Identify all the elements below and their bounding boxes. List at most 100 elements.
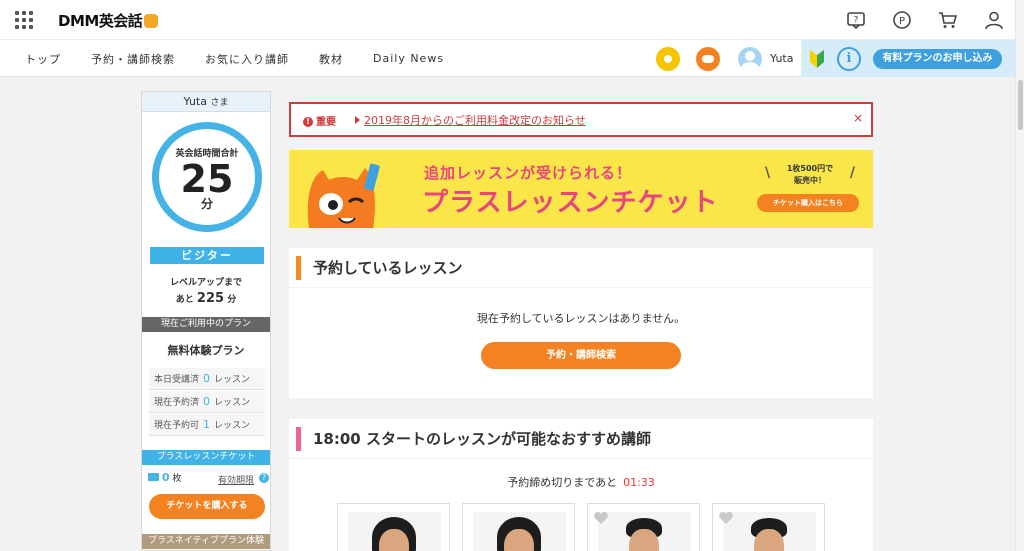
ticket-banner[interactable]: 追加レッスンが受けられる！ プラスレッスンチケット 1枚500円で 販売中！ チ…	[289, 150, 873, 228]
plan-name: 無料体験プラン	[167, 344, 245, 357]
nav-item-search[interactable]: 予約・講師検索	[91, 51, 175, 67]
reserve-search-button[interactable]: 予約・講師検索	[481, 342, 681, 369]
teacher-card[interactable]	[587, 503, 700, 551]
user-greeting: Yuta さま	[142, 92, 270, 112]
nav-item-top[interactable]: トップ	[25, 51, 61, 67]
teacher-card[interactable]	[337, 503, 450, 551]
nav-item-materials[interactable]: 教材	[319, 51, 343, 67]
levelup-prefix: あと	[175, 295, 194, 305]
banner-price-line1: 1枚500円で	[786, 164, 834, 173]
stat-value: 0	[203, 395, 211, 408]
reserved-lessons-card: 予約しているレッスン 現在予約しているレッスンはありません。 予約・講師検索	[289, 248, 873, 398]
notice-close-icon[interactable]: ×	[853, 111, 863, 125]
nav-links: トップ 予約・講師検索 お気に入り講師 教材 Daily News	[25, 40, 444, 77]
paid-plan-button[interactable]: 有料プランのお申し込み	[873, 49, 1002, 69]
owl-logo-icon	[144, 14, 159, 28]
stat-unit: レッスン	[214, 421, 251, 431]
levelup-info: レベルアップまで あと 225 分	[142, 276, 270, 308]
notice-link[interactable]: 2019年8月からのご利用料金改定のお知らせ	[364, 112, 586, 128]
reservation-deadline: 予約締め切りまであと 01:33	[289, 474, 873, 490]
levelup-unit: 分	[227, 295, 237, 305]
teacher-card[interactable]	[462, 503, 575, 551]
owl-badge-icon[interactable]	[696, 46, 720, 71]
buy-ticket-button[interactable]: チケットを購入する	[149, 494, 265, 519]
ticket-icon	[148, 473, 159, 481]
svg-text:?: ?	[854, 16, 859, 26]
plan-area: i 有料プランのお申し込み	[801, 40, 1024, 77]
no-lessons-message: 現在予約しているレッスンはありません。	[476, 312, 686, 325]
help-icon[interactable]: ?	[846, 10, 868, 30]
stat-row-reserved: 現在予約済 0 レッスン	[149, 391, 265, 413]
notice-arrow-icon	[355, 116, 360, 124]
greeting-suffix: さま	[210, 98, 229, 108]
info-icon[interactable]: i	[837, 47, 861, 71]
ticket-unit: 枚	[172, 474, 182, 484]
header-icons: ? P	[846, 10, 1006, 30]
user-name[interactable]: Yuta	[770, 52, 793, 65]
main-nav: トップ 予約・講師検索 お気に入り講師 教材 Daily News Yuta i…	[0, 40, 1024, 77]
current-plan-title: 現在ご利用中のプラン	[142, 317, 270, 332]
profile-sidebar: Yuta さま 英会話時間合計 25 分 ビジター レベルアップまで あと 22…	[141, 91, 271, 551]
level-badge: ビジター	[150, 247, 264, 264]
beginner-leaf-icon	[810, 50, 824, 68]
owl-mascot-icon	[307, 163, 380, 228]
stat-label: 本日受講済	[154, 375, 200, 385]
banner-price: 1枚500円で 販売中！	[765, 163, 855, 187]
ticket-help-icon[interactable]: ?	[259, 473, 269, 483]
recommended-teachers-card: 18:00 スタートのレッスンが可能なおすすめ講師 予約締め切りまであと 01:3…	[289, 419, 873, 551]
question-badge-icon[interactable]	[656, 46, 680, 71]
ticket-title: プラスレッスンチケット	[142, 450, 270, 465]
notice-tag: 重要	[303, 113, 336, 128]
nav-item-daily-news[interactable]: Daily News	[373, 52, 444, 65]
svg-text:P: P	[899, 16, 905, 27]
levelup-value: 225	[196, 291, 225, 306]
nav-user-area: Yuta	[650, 40, 807, 77]
avatar[interactable]	[738, 46, 762, 71]
total-time-ring: 英会話時間合計 25 分	[152, 122, 262, 232]
reserved-lessons-title: 予約しているレッスン	[289, 248, 873, 288]
app-grid-icon[interactable]	[15, 11, 33, 29]
logo[interactable]: DMM英会話	[58, 10, 159, 31]
teacher-photo	[723, 512, 816, 551]
stat-row-available: 現在予約可 1 レッスン	[149, 414, 265, 436]
total-time-unit: 分	[200, 197, 213, 211]
banner-buy-button[interactable]: チケット購入はこちら	[757, 194, 859, 212]
banner-subtitle: 追加レッスンが受けられる！	[424, 164, 633, 182]
total-time-value: 25	[180, 157, 234, 201]
nav-item-favorites[interactable]: お気に入り講師	[205, 51, 289, 67]
teacher-list	[337, 503, 825, 551]
teacher-photo	[598, 512, 691, 551]
stat-value: 0	[203, 372, 211, 385]
teacher-photo	[473, 512, 566, 551]
page-scrollbar[interactable]	[1015, 0, 1024, 551]
levelup-label: レベルアップまで	[169, 278, 242, 288]
deadline-label: 予約締め切りまであと	[507, 476, 618, 489]
stat-label: 現在予約可	[154, 421, 200, 431]
teacher-photo	[348, 512, 441, 551]
favorite-heart-icon[interactable]	[594, 512, 608, 524]
user-icon[interactable]	[984, 10, 1006, 30]
stat-row-today: 本日受講済 0 レッスン	[149, 368, 265, 390]
lesson-stats: 本日受講済 0 レッスン 現在予約済 0 レッスン 現在予約可 1 レッスン	[149, 368, 265, 437]
teacher-card[interactable]	[712, 503, 825, 551]
scrollbar-thumb[interactable]	[1018, 80, 1023, 130]
stat-value: 1	[203, 418, 211, 431]
banner-title: プラスレッスンチケット	[422, 188, 719, 218]
cart-icon[interactable]	[938, 10, 960, 30]
stat-label: 現在予約済	[154, 398, 200, 408]
logo-text: DMM英会話	[58, 12, 143, 30]
stat-unit: レッスン	[214, 398, 251, 408]
greeting-name: Yuta	[183, 95, 207, 108]
ticket-count-row: 0 枚 有効期限 ?	[148, 471, 269, 487]
native-plan-title: プラスネイティブプラン体験	[142, 534, 270, 549]
ticket-expiry-link[interactable]: 有効期限	[218, 473, 254, 486]
deadline-time: 01:33	[623, 476, 655, 489]
point-icon[interactable]: P	[892, 10, 914, 30]
important-notice: 重要 2019年8月からのご利用料金改定のお知らせ ×	[289, 102, 873, 137]
recommended-title: 18:00 スタートのレッスンが可能なおすすめ講師	[289, 419, 873, 459]
stat-unit: レッスン	[214, 375, 251, 385]
top-header: DMM英会話 ? P	[0, 0, 1024, 40]
levelup-remaining: あと 225 分	[142, 291, 270, 308]
banner-price-line2: 販売中！	[794, 176, 826, 185]
favorite-heart-icon[interactable]	[719, 512, 733, 524]
